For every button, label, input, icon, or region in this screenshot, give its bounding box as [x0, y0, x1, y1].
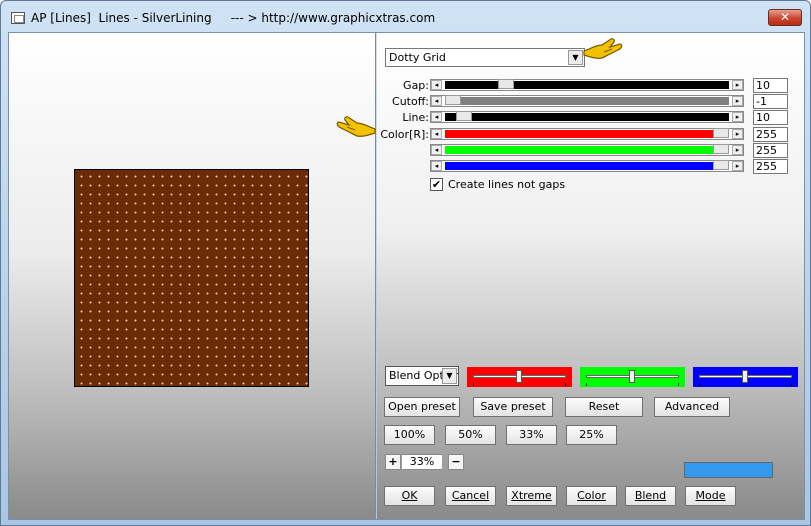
slider-left-arrow-icon[interactable]: ◂ [431, 129, 442, 139]
close-button[interactable]: ✕ [768, 9, 802, 26]
slider-right-arrow-icon[interactable]: ▸ [732, 129, 743, 139]
open-preset-button[interactable]: Open preset [384, 397, 460, 417]
slider-right-arrow-icon[interactable]: ▸ [732, 96, 743, 106]
gap-value-input[interactable]: 10 [753, 78, 788, 93]
cancel-button[interactable]: Cancel [445, 486, 496, 506]
slider-left-arrow-icon[interactable]: ◂ [431, 80, 442, 90]
pointing-hand-icon [336, 116, 376, 137]
slider-left-arrow-icon[interactable]: ◂ [431, 161, 442, 171]
cutoff-value-input[interactable]: -1 [753, 94, 788, 109]
xtreme-button[interactable]: Xtreme [506, 486, 557, 506]
gap-track[interactable] [445, 81, 729, 89]
zoom-33-button[interactable]: 33% [506, 425, 557, 445]
app-icon [11, 12, 25, 24]
preset-dropdown[interactable]: Dotty Grid ▼ [385, 48, 585, 67]
blend-options-dropdown[interactable]: Blend Options ▼ [385, 366, 459, 386]
red-slider[interactable]: ◂ ▸ [430, 128, 744, 140]
slider-left-arrow-icon[interactable]: ◂ [431, 112, 442, 122]
save-preset-button[interactable]: Save preset [473, 397, 553, 417]
gap-thumb[interactable] [498, 79, 514, 89]
cutoff-slider[interactable]: ◂ ▸ [430, 95, 744, 107]
client-area: Dotty Grid ▼ Gap: ◂ ▸ 10 Cutoff: ◂ ▸ -1 … [8, 32, 805, 520]
blend-red-knob[interactable] [516, 370, 522, 383]
slider-left-arrow-icon[interactable]: ◂ [431, 96, 442, 106]
zoom-value: 33% [402, 454, 442, 470]
slider-right-arrow-icon[interactable]: ▸ [732, 161, 743, 171]
green-track[interactable] [445, 146, 713, 154]
mode-button[interactable]: Mode [685, 486, 736, 506]
window-title: AP [Lines] Lines - SilverLining --- > ht… [31, 11, 436, 25]
blue-thumb[interactable] [713, 160, 729, 170]
slider-left-arrow-icon[interactable]: ◂ [431, 145, 442, 155]
slider-right-arrow-icon[interactable]: ▸ [732, 112, 743, 122]
line-label: Line: [402, 111, 429, 124]
gap-slider[interactable]: ◂ ▸ [430, 79, 744, 91]
color-button[interactable]: Color [566, 486, 617, 506]
zoom-50-button[interactable]: 50% [445, 425, 496, 445]
line-thumb[interactable] [456, 111, 472, 121]
line-value-input[interactable]: 10 [753, 110, 788, 125]
zoom-100-button[interactable]: 100% [384, 425, 435, 445]
blend-green-knob[interactable] [629, 370, 635, 383]
title-bar[interactable]: AP [Lines] Lines - SilverLining --- > ht… [1, 1, 810, 31]
ok-button[interactable]: OK [384, 486, 435, 506]
cutoff-track[interactable] [445, 97, 729, 105]
slider-right-arrow-icon[interactable]: ▸ [732, 145, 743, 155]
color-r-label: Color[R]: [380, 128, 429, 141]
green-thumb[interactable] [713, 144, 729, 154]
color-swatch[interactable] [684, 462, 773, 478]
line-track[interactable] [445, 113, 729, 121]
green-value-input[interactable]: 255 [753, 143, 788, 158]
red-track[interactable] [445, 130, 713, 138]
red-value-input[interactable]: 255 [753, 127, 788, 142]
blend-button[interactable]: Blend [625, 486, 676, 506]
blue-track[interactable] [445, 162, 713, 170]
reset-button[interactable]: Reset [565, 397, 643, 417]
controls-pane: Dotty Grid ▼ Gap: ◂ ▸ 10 Cutoff: ◂ ▸ -1 … [336, 33, 804, 519]
blend-blue-knob[interactable] [742, 370, 748, 383]
chevron-down-icon[interactable]: ▼ [442, 368, 457, 384]
pointing-hand-icon [583, 38, 623, 59]
chevron-down-icon[interactable]: ▼ [568, 50, 583, 65]
red-thumb[interactable] [713, 128, 729, 138]
zoom-in-button[interactable]: + [385, 454, 401, 470]
blend-red-ticks [473, 383, 566, 386]
blend-red-slider[interactable] [467, 367, 572, 387]
line-slider[interactable]: ◂ ▸ [430, 111, 744, 123]
blue-value-input[interactable]: 255 [753, 159, 788, 174]
preview-pane [9, 33, 376, 519]
create-lines-label: Create lines not gaps [448, 178, 566, 191]
green-slider[interactable]: ◂ ▸ [430, 144, 744, 156]
gap-label: Gap: [403, 79, 429, 92]
cutoff-thumb[interactable] [445, 95, 461, 105]
advanced-button[interactable]: Advanced [654, 397, 730, 417]
cutoff-label: Cutoff: [392, 95, 429, 108]
blend-green-slider[interactable] [580, 367, 685, 387]
create-lines-checkbox[interactable]: ✔ [430, 178, 443, 191]
plugin-window: AP [Lines] Lines - SilverLining --- > ht… [0, 0, 811, 526]
blend-green-ticks [586, 383, 679, 386]
blend-blue-ticks [699, 383, 792, 386]
blue-slider[interactable]: ◂ ▸ [430, 160, 744, 172]
preset-dropdown-value: Dotty Grid [389, 51, 446, 64]
zoom-25-button[interactable]: 25% [566, 425, 617, 445]
preview-image [74, 169, 309, 387]
zoom-out-button[interactable]: − [448, 454, 464, 470]
blend-blue-slider[interactable] [693, 367, 798, 387]
slider-right-arrow-icon[interactable]: ▸ [732, 80, 743, 90]
